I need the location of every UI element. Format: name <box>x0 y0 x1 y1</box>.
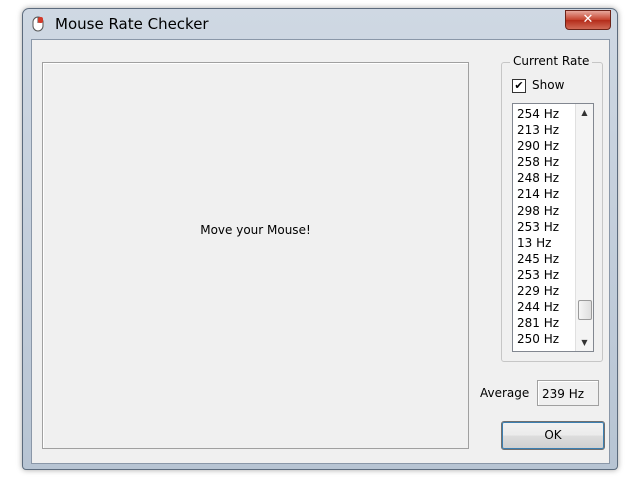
mouse-tracking-area[interactable]: Move your Mouse! <box>42 62 469 449</box>
rate-list-item[interactable]: 244 Hz <box>517 299 573 315</box>
checkmark-icon: ✔ <box>514 79 524 92</box>
rate-list-item[interactable]: 248 Hz <box>517 170 573 186</box>
rate-list-item[interactable]: 214 Hz <box>517 186 573 202</box>
rate-list-item[interactable]: 13 Hz <box>517 235 573 251</box>
scroll-thumb[interactable] <box>578 300 592 320</box>
rate-list-items: 254 Hz 213 Hz 290 Hz 258 Hz 248 Hz 214 Hz 298 … <box>517 106 573 347</box>
rate-list-item[interactable]: 254 Hz <box>517 106 573 122</box>
current-rate-label: Current Rate <box>510 54 593 68</box>
rate-list-item[interactable]: 281 Hz <box>517 315 573 331</box>
rate-list-item[interactable]: 258 Hz <box>517 154 573 170</box>
scroll-down-arrow-icon[interactable]: ▼ <box>576 334 593 351</box>
app-window: Mouse Rate Checker ✕ Move your Mouse! Cu… <box>22 8 618 470</box>
close-icon[interactable]: ✕ <box>583 12 594 27</box>
client-area: Move your Mouse! Current Rate ✔ Show 254… <box>31 39 610 464</box>
ok-button[interactable]: OK <box>501 421 605 450</box>
rate-list-item[interactable]: 253 Hz <box>517 267 573 283</box>
rate-list-item[interactable]: 213 Hz <box>517 122 573 138</box>
rate-list-item[interactable]: 245 Hz <box>517 251 573 267</box>
rate-list-item[interactable]: 298 Hz <box>517 203 573 219</box>
average-value-field: 239 Hz <box>537 380 599 406</box>
scroll-up-arrow-icon[interactable]: ▲ <box>576 104 593 121</box>
move-mouse-prompt: Move your Mouse! <box>200 223 311 237</box>
title-bar[interactable]: Mouse Rate Checker ✕ <box>23 9 617 39</box>
rate-list-item[interactable]: 229 Hz <box>517 283 573 299</box>
rate-list-item[interactable]: 290 Hz <box>517 138 573 154</box>
show-checkbox[interactable]: ✔ <box>512 79 526 93</box>
average-label: Average <box>480 386 530 400</box>
window-title: Mouse Rate Checker <box>55 15 209 33</box>
mouse-app-icon <box>29 15 47 33</box>
vertical-scrollbar[interactable]: ▲ ▼ <box>575 104 593 351</box>
rate-listbox[interactable]: 254 Hz 213 Hz 290 Hz 258 Hz 248 Hz 214 Hz 298 … <box>512 103 594 352</box>
show-checkbox-label[interactable]: Show <box>532 78 564 92</box>
current-rate-group: Current Rate ✔ Show 254 Hz 213 Hz 290 Hz 25… <box>501 54 603 362</box>
close-button[interactable]: ✕ <box>565 10 611 30</box>
rate-list-item[interactable]: 250 Hz <box>517 331 573 347</box>
rate-list-item[interactable]: 253 Hz <box>517 219 573 235</box>
